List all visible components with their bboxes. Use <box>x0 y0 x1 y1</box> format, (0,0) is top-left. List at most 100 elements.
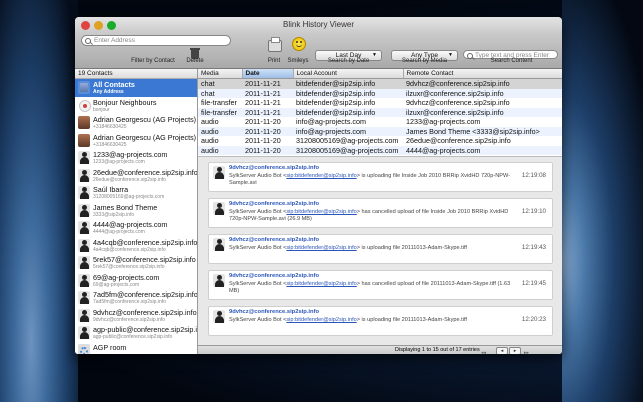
column-media[interactable]: Media <box>198 69 243 79</box>
contact-address: 69@ag-projects.com <box>93 281 140 288</box>
sender-icon <box>213 310 225 323</box>
contact-item[interactable]: Bonjour Neighbours bonjour <box>75 97 197 115</box>
contact-address: +31846630425 <box>93 141 127 148</box>
message-time: 12:19:10 <box>521 208 546 215</box>
message-sender: 9dvhcz@conference.sip2sip.info <box>229 165 320 171</box>
person-icon <box>78 151 90 164</box>
person-icon <box>78 326 90 339</box>
table-cell: 1233@ag-projects.com <box>406 117 481 127</box>
chat-message: 9dvhcz@conference.sip2sip.info SylkServer… <box>208 198 553 228</box>
sip-link[interactable]: sip:bitdefender@sip2sip.info <box>286 173 356 179</box>
message-prefix: SylkServer Audio Bot < <box>229 317 287 323</box>
toolbar: Enter Address Filter by Contact Delete P… <box>75 34 562 69</box>
table-cell: bitdefender@sip2sip.info <box>293 88 403 98</box>
message-time: 12:20:23 <box>521 316 546 323</box>
contact-item[interactable]: AGP room <box>75 342 197 354</box>
status-text: Displaying 1 to 15 out of 17 entries <box>395 347 480 353</box>
table-cell: chat <box>198 78 242 89</box>
search-content-label: Search Content <box>490 58 533 64</box>
contact-item[interactable]: All Contacts Any Address <box>75 79 197 97</box>
table-cell: bitdefender@sip2sip.info <box>293 107 403 117</box>
column-local-account[interactable]: Local Account <box>293 69 404 79</box>
contact-item[interactable]: Adrian Georgescu (AG Projects) +318466304… <box>75 132 197 150</box>
contact-item[interactable]: Adrian Georgescu (AG Projects) +318466304… <box>75 114 197 132</box>
table-cell: ilzuxr@conference.sip2sip.info <box>403 107 562 117</box>
message-text: SylkServer Audio Bot <sip:bitdefender@si… <box>229 173 514 187</box>
contact-item[interactable]: 5rek57@conference.sip2sip.info 5rek57@con… <box>75 254 197 272</box>
contact-item[interactable]: 4444@ag-projects.com 4444@ag-projects.com <box>75 219 197 237</box>
contact-address: bonjour <box>93 106 110 113</box>
table-cell: 2011-11-21 <box>245 98 281 108</box>
contact-name: 5rek57@conference.sip2sip.info <box>93 255 196 264</box>
contact-item[interactable]: 4a4cqb@conference.sip2sip.info 4a4cqb@con… <box>75 237 197 255</box>
contact-item[interactable]: 9dvhcz@conference.sip2sip.info 9dvhcz@con… <box>75 307 197 325</box>
person-icon <box>78 186 90 199</box>
avatar <box>78 133 90 147</box>
table-cell: info@ag-projects.com <box>296 117 367 127</box>
contact-name: 4444@ag-projects.com <box>93 220 168 229</box>
status-bar: Displaying 1 to 15 out of 17 entries ◂◂ … <box>198 345 562 354</box>
table-header-row: Media Date Local Account Remote Contact <box>198 69 562 79</box>
table-cell: 31208005169@ag-projects.com <box>296 136 399 146</box>
contact-name: 1233@ag-projects.com <box>93 150 168 159</box>
printer-icon[interactable] <box>268 37 282 52</box>
table-row[interactable]: audio 2011-11-20 info@ag-projects.com James… <box>198 126 562 136</box>
table-cell: 2011-11-21 <box>242 107 293 117</box>
desktop-earth-bottom <box>0 350 643 402</box>
message-sender: 9dvhcz@conference.sip2sip.info <box>229 237 320 243</box>
table-row[interactable]: audio2011-11-2031208005169@ag-projects.c… <box>198 136 562 146</box>
contact-item[interactable]: James Bond Theme 3333@sip2sip.info <box>75 202 197 220</box>
table-cell: file-transfer <box>198 107 242 117</box>
search-by-date-label: Search by Date <box>327 58 370 64</box>
table-cell: James Bond Theme <3333@sip2sip.info> <box>403 126 562 136</box>
page-last-icon[interactable]: ▸▸ <box>524 349 529 354</box>
column-date[interactable]: Date <box>242 69 294 79</box>
table-cell: info@ag-projects.com <box>293 126 403 136</box>
table-cell: file-transfer <box>201 98 237 108</box>
contact-item[interactable]: Saúl Ibarra 31208005169@ag-projects.com <box>75 184 197 202</box>
prev-page-button[interactable]: ◂ <box>496 347 508 354</box>
sip-link[interactable]: sip:bitdefender@sip2sip.info <box>286 281 356 287</box>
smileys-toggle[interactable]: Smileys <box>283 58 313 64</box>
sip-link[interactable]: sip:bitdefender@sip2sip.info <box>286 317 356 323</box>
contact-item[interactable]: 7ad5fm@conference.sip2sip.info 7ad5fm@con… <box>75 289 197 307</box>
table-row[interactable]: audio 2011-11-20 info@ag-projects.com 1233@… <box>198 117 562 127</box>
page-first-icon[interactable]: ◂◂ <box>481 349 486 354</box>
table-row[interactable]: file-transfer 2011-11-21 bitdefender@sip2s… <box>198 98 562 108</box>
contact-name: 9dvhcz@conference.sip2sip.info <box>93 307 197 317</box>
address-search-input[interactable]: Enter Address <box>81 35 231 46</box>
table-row[interactable]: chat 2011-11-21 bitdefender@sip2sip.info 9d… <box>198 78 562 89</box>
contact-address: 4444@ag-projects.com <box>93 229 145 235</box>
contact-item[interactable]: agp-public@conference.sip2sip.info agp-pu… <box>75 324 197 342</box>
table-row[interactable]: audio2011-11-2031208005169@ag-projects.c… <box>198 145 562 155</box>
message-prefix: SylkServer Audio Bot < <box>229 173 287 179</box>
table-cell: 9dvhcz@conference.sip2sip.info <box>403 78 562 89</box>
message-text: SylkServer Audio Bot <sip:bitdefender@si… <box>229 281 514 295</box>
person-icon <box>78 291 90 304</box>
smiley-icon[interactable] <box>292 37 306 51</box>
table-row[interactable]: chat 2011-11-21 bitdefender@sip2sip.info il… <box>198 88 562 98</box>
table-cell: 2011-11-20 <box>245 117 281 127</box>
search-icon <box>85 38 91 44</box>
column-remote-contact[interactable]: Remote Contact <box>403 69 562 79</box>
message-text: SylkServer Audio Bot <sip:bitdefender@si… <box>229 209 514 223</box>
transcript-view[interactable]: 9dvhcz@conference.sip2sip.info SylkServer… <box>198 156 562 346</box>
sender-icon <box>213 238 225 251</box>
table-row[interactable]: file-transfer 2011-11-21 bitdefender@sip2s… <box>198 107 562 117</box>
table-cell: bitdefender@sip2sip.info <box>293 78 403 89</box>
title-bar: Blink History Viewer <box>75 17 562 34</box>
contact-item[interactable]: 26edue@conference.sip2sip.info 26edue@con… <box>75 167 197 185</box>
print-button[interactable]: Print <box>263 58 285 64</box>
person-icon <box>78 221 90 234</box>
delete-button[interactable]: Delete <box>183 58 207 64</box>
contact-item[interactable]: 1233@ag-projects.com 1233@ag-projects.com <box>75 149 197 167</box>
contact-name: Bonjour Neighbours <box>93 97 157 107</box>
sip-link[interactable]: sip:bitdefender@sip2sip.info <box>286 245 356 251</box>
contact-item[interactable]: 69@ag-projects.com 69@ag-projects.com <box>75 272 197 290</box>
table-cell: chat <box>198 88 242 98</box>
sip-link[interactable]: sip:bitdefender@sip2sip.info <box>286 209 356 215</box>
message-text: SylkServer Audio Bot <sip:bitdefender@si… <box>229 317 514 324</box>
message-sender: 9dvhcz@conference.sip2sip.info <box>229 201 320 207</box>
message-suffix: > is uploading file 20111013-Adam-Skype.… <box>356 245 467 251</box>
next-page-button[interactable]: ▸ <box>509 347 521 354</box>
